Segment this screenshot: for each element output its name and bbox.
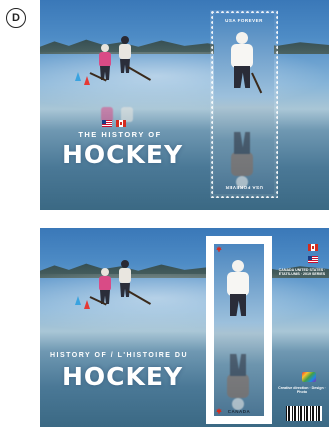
kid-player-right bbox=[110, 260, 152, 315]
hockey-player bbox=[236, 32, 248, 44]
hockey-player bbox=[232, 260, 244, 272]
player-reflection bbox=[210, 336, 268, 412]
souvenir-sheet-canada: CANADA CANADA UNITED STATES · ÉTATS-UNIS… bbox=[40, 228, 329, 427]
panel-letter-badge: D bbox=[6, 8, 26, 28]
postage-stamp-ca[interactable]: CANADA bbox=[210, 240, 268, 420]
cone-icon bbox=[84, 76, 90, 85]
sheet-side-text: CANADA UNITED STATES · ÉTATS-UNIS · 2019… bbox=[278, 268, 326, 277]
sheet-title-small: THE HISTORY OF bbox=[78, 130, 162, 139]
player-reflection bbox=[210, 110, 278, 190]
sheet-title-big: HOCKEY bbox=[62, 140, 184, 169]
kid-player-right bbox=[110, 36, 152, 91]
sheet-title-small: HISTORY OF / L'HISTOIRE DU bbox=[49, 352, 189, 359]
kid-reflection bbox=[92, 92, 142, 122]
cone-icon bbox=[84, 300, 90, 309]
barcode-icon bbox=[286, 406, 322, 421]
canada-flag-icon bbox=[308, 244, 318, 251]
cone-icon bbox=[75, 72, 81, 81]
souvenir-sheet-us: USA FOREVER USA FOREVER THE HISTORY OF H… bbox=[40, 0, 329, 210]
stamp-denomination-reflected: USA FOREVER bbox=[225, 185, 263, 190]
us-flag-icon bbox=[308, 256, 318, 263]
postage-stamp-us[interactable]: USA FOREVER USA FOREVER bbox=[210, 10, 278, 198]
sheet-title-big: HOCKEY bbox=[62, 362, 184, 391]
cone-icon bbox=[75, 296, 81, 305]
sheet-credits: Creative direction · Design · Photo bbox=[278, 386, 326, 395]
stamp-denomination: USA FOREVER bbox=[225, 18, 263, 23]
canada-post-logo-icon bbox=[302, 372, 316, 382]
canada-flag-icon bbox=[116, 120, 126, 127]
us-flag-icon bbox=[102, 120, 112, 127]
